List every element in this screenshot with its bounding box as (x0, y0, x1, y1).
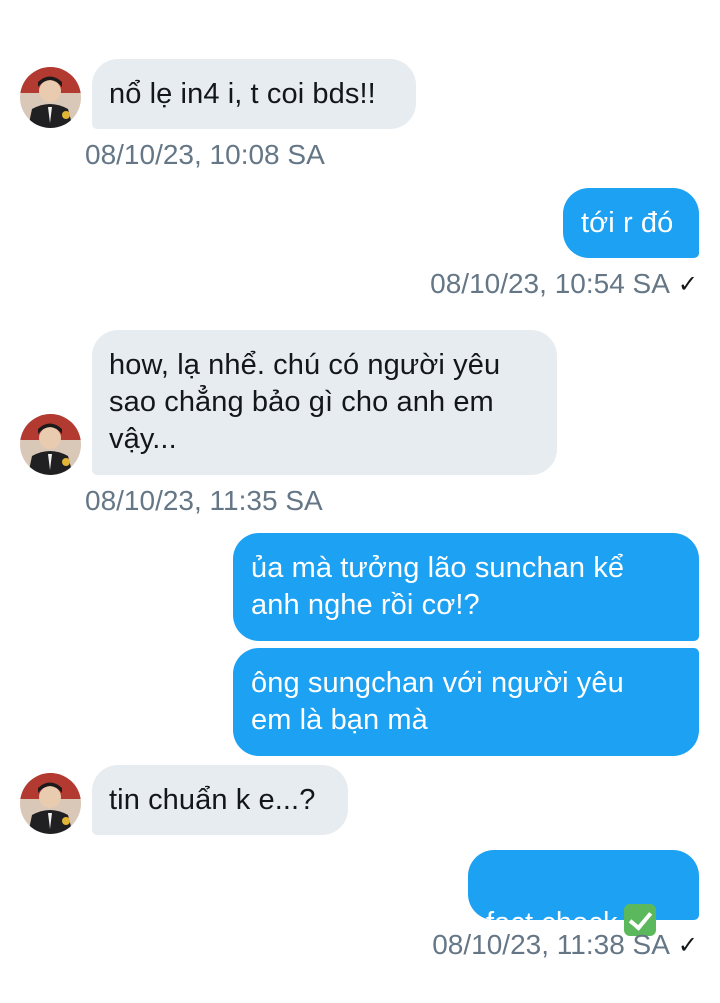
message-timestamp: 08/10/23, 10:54 SA ✓ (430, 268, 698, 301)
contact-avatar[interactable] (20, 414, 81, 475)
message-timestamp: 08/10/23, 10:08 SA (85, 139, 325, 170)
message-timestamp: 08/10/23, 11:38 SA ✓ (432, 929, 698, 962)
message-bubble-outgoing[interactable]: ông sungchan với người yêu em là bạn mà (233, 648, 699, 756)
dm-conversation: nổ lẹ in4 i, t coi bds!! 08/10/23, 10:08… (0, 0, 720, 1003)
message-bubble-outgoing[interactable]: ủa mà tưởng lão sunchan kể anh nghe rồi … (233, 533, 699, 641)
message-bubble-incoming[interactable]: tin chuẩn k e...? (92, 765, 348, 835)
message-bubble-incoming[interactable]: how, lạ nhể. chú có người yêu sao chẳng … (92, 330, 557, 475)
message-timestamp: 08/10/23, 11:35 SA (85, 485, 323, 516)
message-bubble-outgoing[interactable]: tới r đó (563, 188, 699, 258)
message-bubble-incoming[interactable]: nổ lẹ in4 i, t coi bds!! (92, 59, 416, 129)
contact-avatar[interactable] (20, 67, 81, 128)
read-check-icon: ✓ (677, 271, 698, 298)
message-bubble-outgoing[interactable]: fact check (468, 850, 699, 939)
timestamp-text: 08/10/23, 10:54 SA (430, 268, 670, 299)
contact-avatar[interactable] (20, 773, 81, 834)
timestamp-text: 08/10/23, 11:38 SA (432, 929, 670, 960)
read-check-icon: ✓ (677, 932, 698, 959)
